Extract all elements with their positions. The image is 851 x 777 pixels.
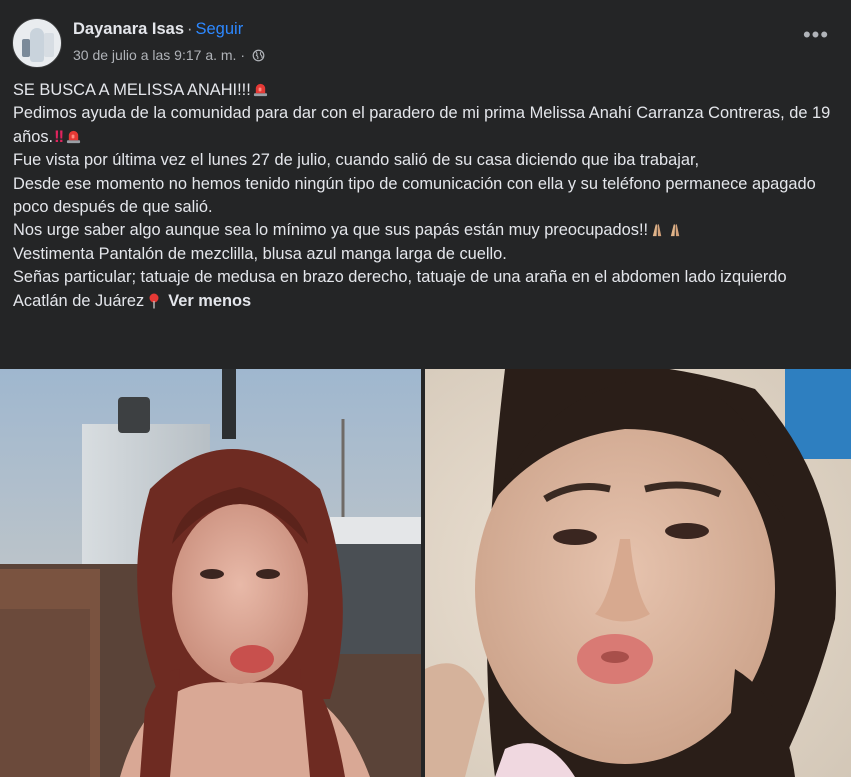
meta-separator: · (240, 47, 245, 63)
photo-left-image (0, 369, 421, 777)
photo-right-image (425, 369, 851, 777)
siren-emoji-icon (253, 83, 267, 97)
photo-left[interactable] (0, 369, 421, 777)
post-line-last-seen: Fue vista por última vez el lunes 27 de … (13, 151, 700, 170)
post-timestamp[interactable]: 30 de julio a las 9:17 a. m. (73, 47, 236, 63)
post-meta: 30 de julio a las 9:17 a. m. · (73, 47, 265, 63)
see-less-link[interactable]: Ver menos (168, 292, 251, 310)
author-line: Dayanara Isas · Seguir (73, 20, 243, 39)
author-name[interactable]: Dayanara Isas (73, 20, 184, 38)
post-line-location: Acatlán de Juárez Ver menos (13, 291, 252, 310)
post-text: SE BUSCA A MELISSA ANAHI!!! Pedimos ayud… (13, 79, 833, 313)
facebook-post: Dayanara Isas · Seguir 30 de julio a las 9… (0, 0, 851, 777)
follow-button[interactable]: Seguir (196, 20, 244, 38)
double-exclamation-icon: ‼ (54, 127, 65, 146)
location-pin-icon (149, 293, 159, 309)
praying-hands-icon (652, 224, 662, 237)
post-line-help: Pedimos ayuda de la comunidad para dar c… (13, 104, 831, 146)
post-line-clothing: Vestimenta Pantalón de mezclilla, blusa … (13, 244, 507, 263)
post-header: Dayanara Isas · Seguir 30 de julio a las 9… (12, 16, 839, 68)
globe-icon (252, 49, 265, 62)
post-line-no-contact: Desde ese momento no hemos tenido ningún… (13, 174, 816, 217)
post-line-urgent: Nos urge saber algo aunque sea lo mínimo… (13, 219, 833, 242)
praying-hands-icon (670, 224, 680, 237)
more-options-icon[interactable]: ••• (801, 24, 831, 50)
post-line-marks: Señas particular; tatuaje de medusa en b… (13, 268, 787, 287)
photo-right[interactable] (425, 369, 851, 777)
siren-emoji-icon (66, 130, 81, 143)
author-separator: · (187, 20, 193, 38)
author-avatar[interactable] (12, 18, 62, 68)
post-line-title: SE BUSCA A MELISSA ANAHI!!! (13, 79, 833, 102)
